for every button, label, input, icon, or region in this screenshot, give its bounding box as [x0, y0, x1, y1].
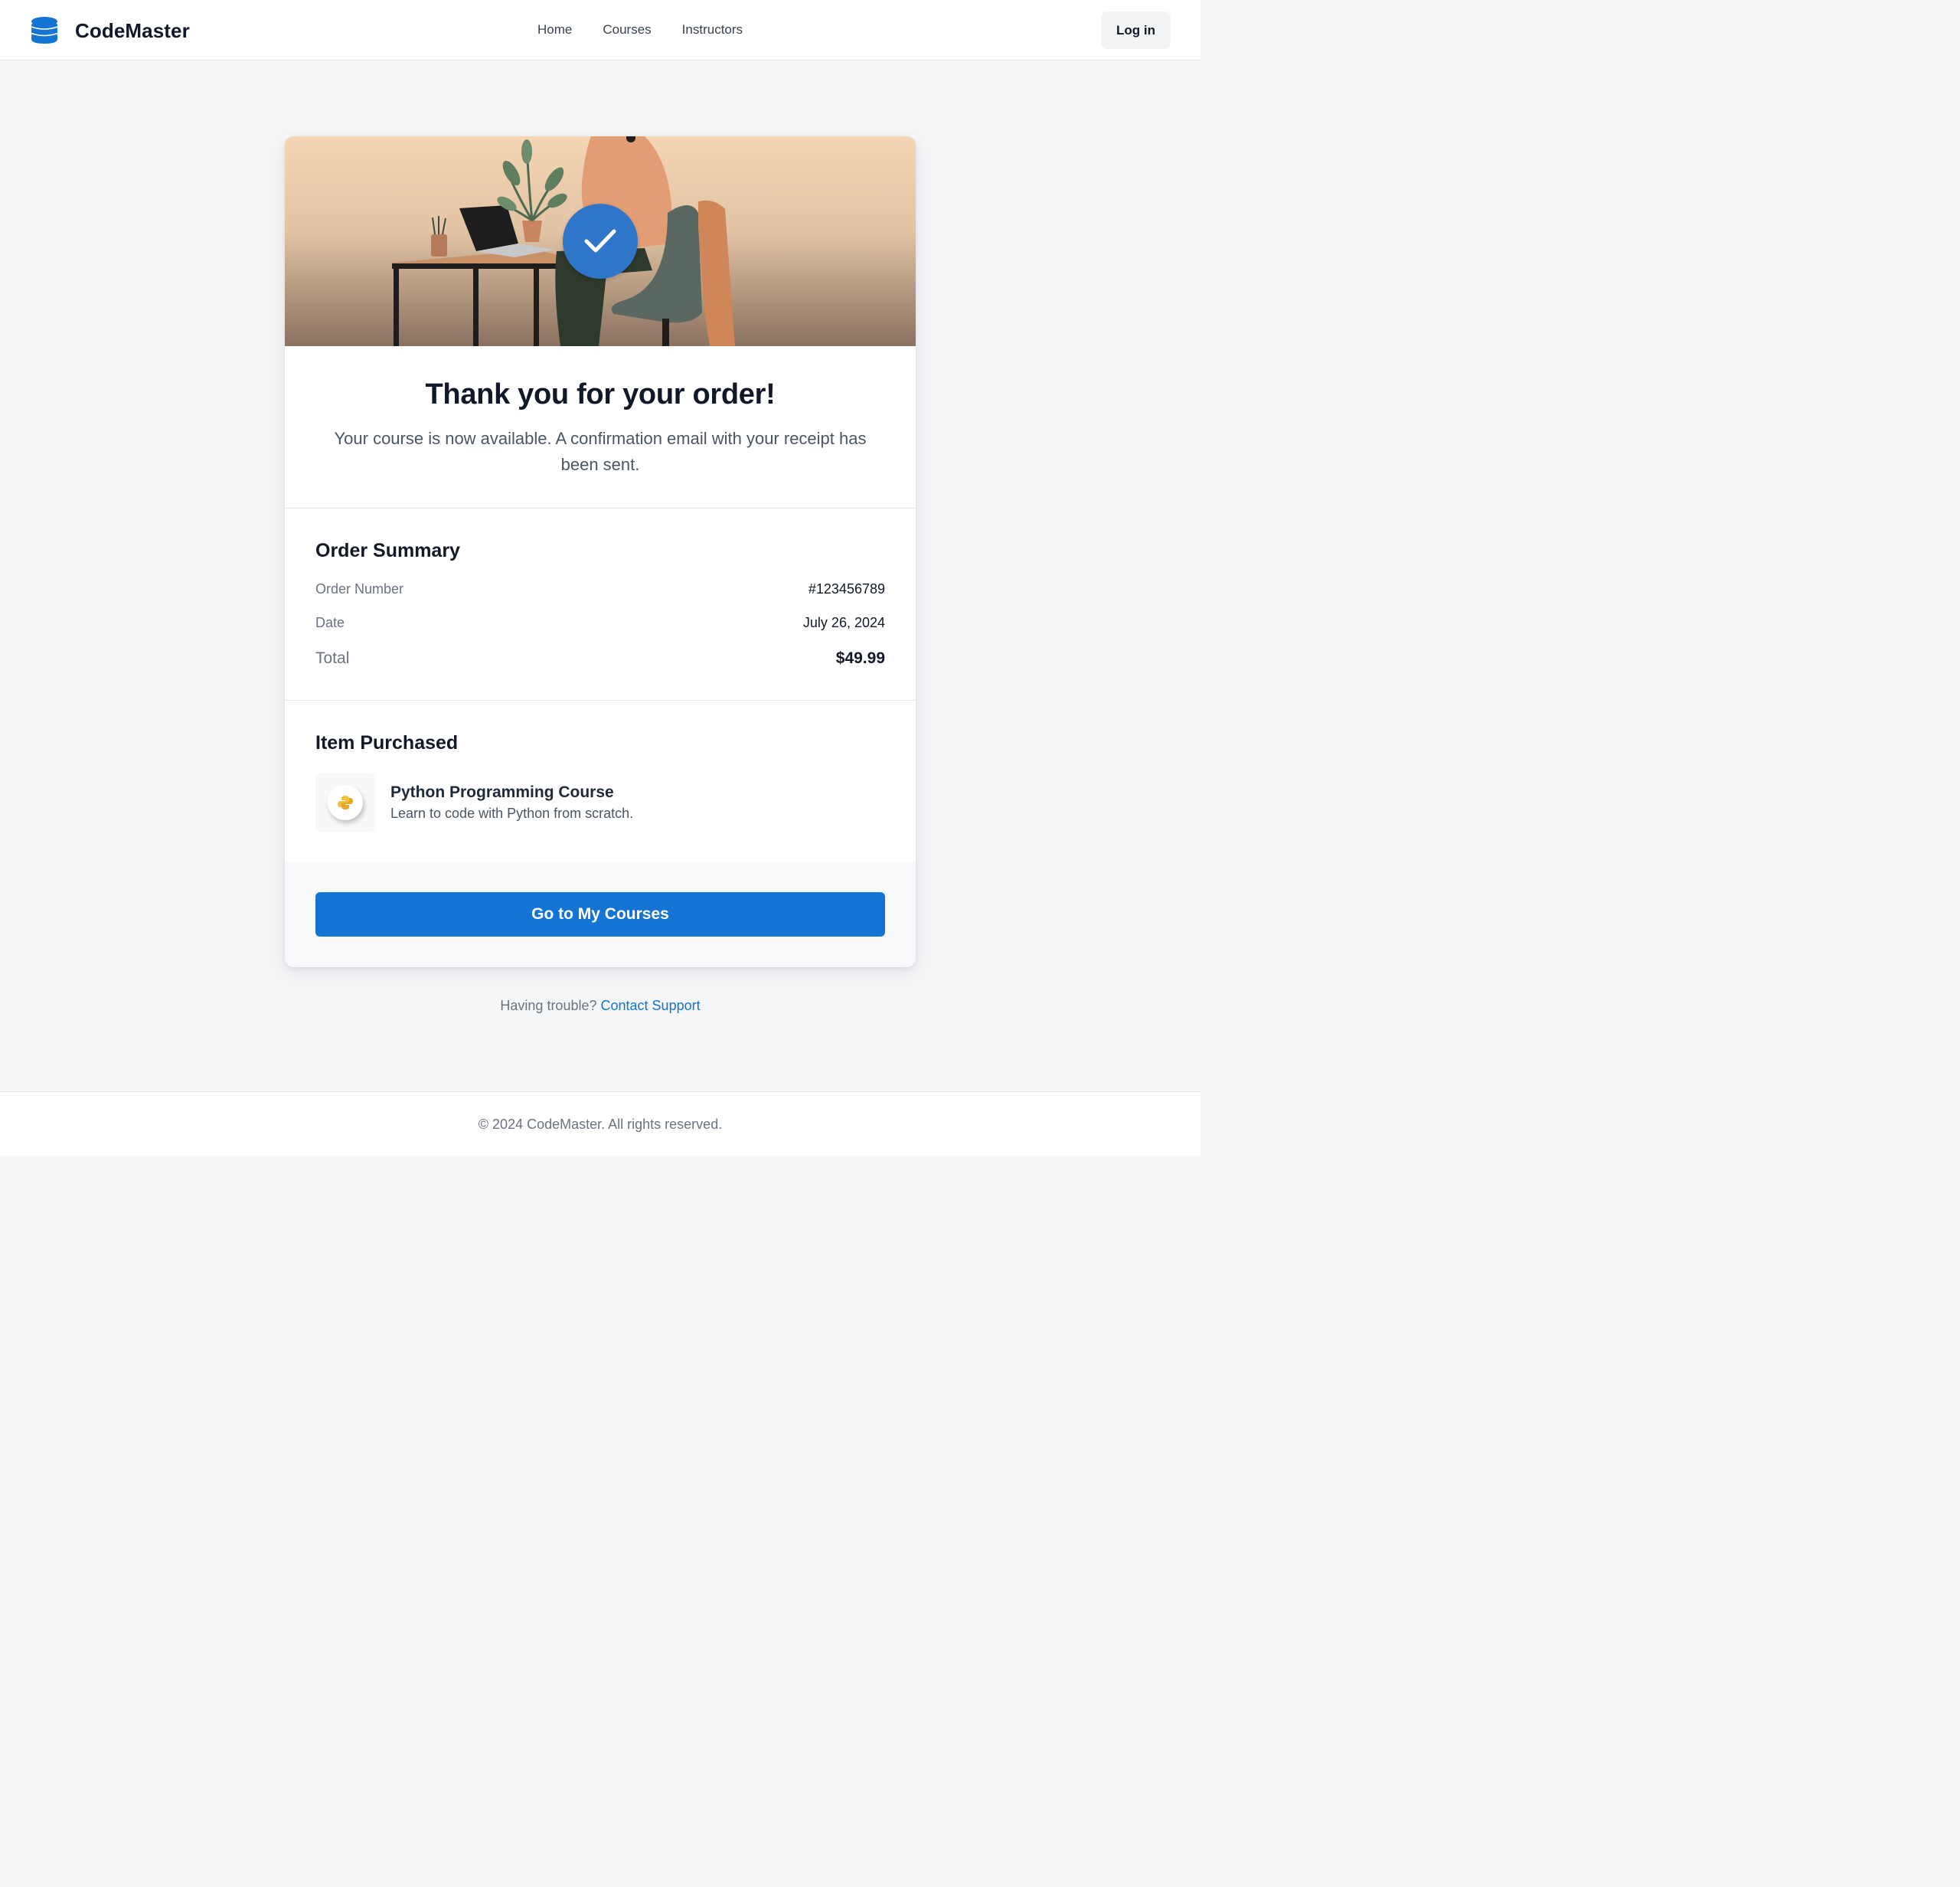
- nav-link-home[interactable]: Home: [537, 21, 572, 38]
- copyright-text: © 2024 CodeMaster. All rights reserved.: [478, 1117, 723, 1132]
- order-confirmation-card: Thank you for your order! Your course is…: [285, 136, 916, 967]
- course-thumbnail-disc: [328, 785, 363, 820]
- course-thumbnail: [315, 773, 375, 832]
- course-description: Learn to code with Python from scratch.: [390, 806, 634, 821]
- contact-support-link[interactable]: Contact Support: [601, 998, 701, 1013]
- support-prompt-text: Having trouble?: [500, 998, 597, 1013]
- course-title[interactable]: Python Programming Course: [390, 783, 614, 802]
- divider: [285, 508, 916, 509]
- checkmark-icon: [584, 229, 616, 253]
- hero-illustration: [285, 136, 916, 346]
- login-button[interactable]: Log in: [1101, 11, 1171, 49]
- page-footer: © 2024 CodeMaster. All rights reserved.: [0, 1091, 1200, 1156]
- item-purchased-title: Item Purchased: [315, 732, 459, 754]
- order-number-value: #123456789: [808, 581, 885, 597]
- go-to-my-courses-button[interactable]: Go to My Courses: [315, 892, 885, 937]
- card-footer: Go to My Courses: [285, 862, 916, 967]
- nav-link-instructors[interactable]: Instructors: [682, 21, 743, 38]
- divider: [285, 700, 916, 701]
- brand[interactable]: CodeMaster: [31, 15, 190, 46]
- total-value: $49.99: [835, 649, 885, 667]
- database-logo-icon: [31, 17, 58, 44]
- order-number-label: Order Number: [315, 581, 404, 597]
- confirmation-title: Thank you for your order!: [425, 378, 776, 410]
- main-nav: Home Courses Instructors: [537, 21, 743, 38]
- brand-name: CodeMaster: [75, 18, 190, 42]
- date-value: July 26, 2024: [802, 615, 885, 630]
- top-navigation-bar: CodeMaster Home Courses Instructors Log …: [0, 0, 1200, 61]
- order-summary-title: Order Summary: [315, 540, 460, 561]
- nav-link-courses[interactable]: Courses: [603, 21, 651, 38]
- support-prompt: Having trouble? Contact Support: [0, 998, 1200, 1014]
- total-label: Total: [315, 649, 350, 667]
- python-logo-icon: [338, 796, 353, 809]
- success-check-badge: [563, 204, 638, 279]
- confirmation-message: Your course is now available. A confirma…: [334, 429, 867, 474]
- date-label: Date: [315, 615, 345, 630]
